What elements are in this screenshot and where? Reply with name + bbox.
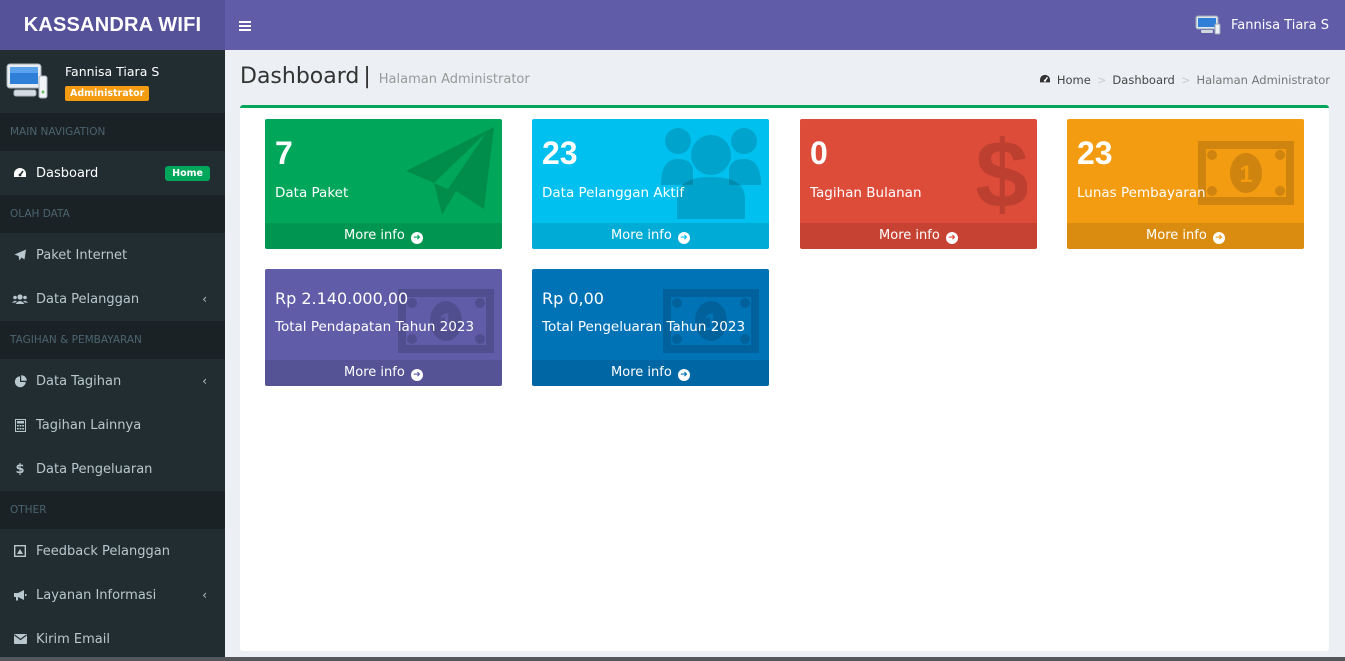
users-icon xyxy=(12,293,28,305)
sidebar-item-label: Layanan Informasi xyxy=(36,587,157,603)
arrow-circle-right-icon: ➜ xyxy=(677,369,690,381)
card-total-pendapatan: 1 Rp 2.140.000,00 Total Pendapatan Tahun… xyxy=(265,269,502,386)
role-badge: Administrator xyxy=(65,86,150,101)
user-menu[interactable]: Fannisa Tiara S xyxy=(1195,15,1329,35)
header-user-name: Fannisa Tiara S xyxy=(1230,17,1329,33)
more-info-link[interactable]: More info ➜ xyxy=(1067,223,1304,249)
arrow-circle-right-icon: ➜ xyxy=(410,369,423,381)
sidebar-item-label: Data Pelanggan xyxy=(36,291,140,307)
card-data-paket: 7 Data Paket More info ➜ xyxy=(265,119,502,249)
content-header: Dashboard | Halaman Administrator Home > D… xyxy=(240,60,1330,100)
dollar-icon: $ xyxy=(15,461,25,477)
sidebar: Fannisa Tiara S Administrator MAIN NAVIG… xyxy=(0,50,225,661)
card-data-pelanggan-aktif: 23 Data Pelanggan Aktif More info ➜ xyxy=(532,119,769,249)
top-header: KASSANDRA WIFI Fannisa Tiara S xyxy=(0,0,1345,50)
breadcrumb-separator: > xyxy=(1180,73,1191,87)
paper-plane-icon xyxy=(12,249,28,261)
sidebar-item-tagihan-lainnya[interactable]: Tagihan Lainnya xyxy=(0,403,225,447)
card-lunas-pembayaran: 1 23 Lunas Pembayaran More info ➜ xyxy=(1067,119,1304,249)
more-info-link[interactable]: More info ➜ xyxy=(532,223,769,249)
sidebar-item-label: Paket Internet xyxy=(36,247,128,263)
page-subtitle: Halaman Administrator xyxy=(378,72,530,87)
card-value: Rp 2.140.000,00 xyxy=(275,289,409,308)
envelope-icon xyxy=(12,634,28,644)
computer-icon xyxy=(1195,15,1221,35)
breadcrumb: Home > Dashboard > Halaman Administrator xyxy=(1039,73,1330,87)
card-value: Rp 0,00 xyxy=(542,289,604,308)
nav-header-tagihan: TAGIHAN & PEMBAYARAN xyxy=(0,321,225,359)
svg-text:$: $ xyxy=(977,125,1027,219)
sidebar-item-label: Kirim Email xyxy=(36,631,110,647)
brand-logo[interactable]: KASSANDRA WIFI xyxy=(0,0,225,50)
sidebar-item-label: Tagihan Lainnya xyxy=(36,417,142,433)
sidebar-item-layanan-informasi[interactable]: Layanan Informasi ‹ xyxy=(0,573,225,617)
title-separator: | xyxy=(363,64,371,89)
sidebar-item-label: Data Tagihan xyxy=(36,373,122,389)
nav-header-other: OTHER xyxy=(0,491,225,529)
feedback-icon xyxy=(12,545,28,557)
card-label: Data Paket xyxy=(275,185,349,201)
arrow-circle-right-icon: ➜ xyxy=(410,232,423,244)
avatar xyxy=(6,63,48,99)
nav-header-olah-data: OLAH DATA xyxy=(0,195,225,233)
card-label: Tagihan Bulanan xyxy=(810,185,922,201)
paper-plane-icon xyxy=(406,127,494,215)
home-badge: Home xyxy=(165,165,210,181)
card-label: Lunas Pembayaran xyxy=(1077,185,1206,201)
breadcrumb-current: Halaman Administrator xyxy=(1196,73,1330,87)
sidebar-item-data-pengeluaran[interactable]: $ Data Pengeluaran xyxy=(0,447,225,491)
more-info-link[interactable]: More info ➜ xyxy=(265,360,502,386)
dashboard-icon xyxy=(1039,73,1051,87)
card-label: Total Pendapatan Tahun 2023 xyxy=(275,319,475,335)
navbar: Fannisa Tiara S xyxy=(225,0,1345,50)
more-info-link[interactable]: More info ➜ xyxy=(800,223,1037,249)
dashboard-icon xyxy=(12,167,28,179)
arrow-circle-right-icon: ➜ xyxy=(677,232,690,244)
page-title-text: Dashboard xyxy=(240,64,360,89)
users-icon xyxy=(661,128,761,219)
chevron-left-icon: ‹ xyxy=(202,374,207,388)
bullhorn-icon xyxy=(12,589,28,601)
page-title: Dashboard | Halaman Administrator xyxy=(240,64,530,89)
svg-text:1: 1 xyxy=(1239,161,1252,188)
calculator-icon xyxy=(12,418,28,432)
chevron-left-icon: ‹ xyxy=(202,292,207,306)
dollar-icon: $ xyxy=(977,125,1027,219)
nav-header-main: MAIN NAVIGATION xyxy=(0,113,225,151)
user-panel: Fannisa Tiara S Administrator xyxy=(0,50,225,113)
card-total-pengeluaran: 1 Rp 0,00 Total Pengeluaran Tahun 2023 M… xyxy=(532,269,769,386)
breadcrumb-dashboard[interactable]: Dashboard xyxy=(1112,73,1174,87)
sidebar-item-data-pelanggan[interactable]: Data Pelanggan ‹ xyxy=(0,277,225,321)
breadcrumb-separator: > xyxy=(1096,73,1107,87)
sidebar-user-name: Fannisa Tiara S xyxy=(65,64,160,79)
more-info-link[interactable]: More info ➜ xyxy=(532,360,769,386)
breadcrumb-home[interactable]: Home xyxy=(1057,73,1091,87)
sidebar-item-kirim-email[interactable]: Kirim Email xyxy=(0,617,225,661)
pie-chart-icon xyxy=(12,374,28,388)
card-label: Data Pelanggan Aktif xyxy=(542,185,685,201)
sidebar-item-feedback-pelanggan[interactable]: Feedback Pelanggan xyxy=(0,529,225,573)
sidebar-item-data-tagihan[interactable]: Data Tagihan ‹ xyxy=(0,359,225,403)
sidebar-item-label: Feedback Pelanggan xyxy=(36,543,170,559)
card-tagihan-bulanan: $ 0 Tagihan Bulanan More info ➜ xyxy=(800,119,1037,249)
sidebar-item-label: Dasboard xyxy=(36,165,99,181)
sidebar-item-paket-internet[interactable]: Paket Internet xyxy=(0,233,225,277)
chevron-left-icon: ‹ xyxy=(202,588,207,602)
taskbar-strip xyxy=(0,657,1345,661)
arrow-circle-right-icon: ➜ xyxy=(945,232,958,244)
sidebar-item-label: Data Pengeluaran xyxy=(36,461,153,477)
card-label: Total Pengeluaran Tahun 2023 xyxy=(542,319,746,335)
hamburger-icon[interactable] xyxy=(239,16,251,35)
more-info-link[interactable]: More info ➜ xyxy=(265,223,502,249)
sidebar-item-dasboard[interactable]: Dasboard Home xyxy=(0,151,225,195)
arrow-circle-right-icon: ➜ xyxy=(1212,232,1225,244)
